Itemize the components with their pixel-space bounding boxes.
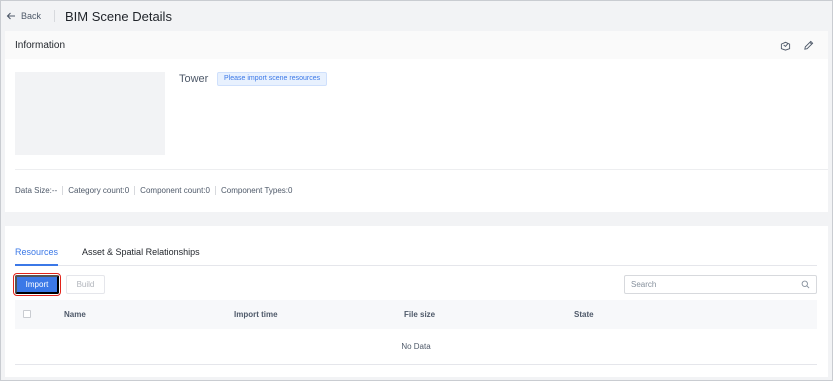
search-icon[interactable] [801,280,810,289]
component-count-stat: Component count:0 [140,186,210,195]
tab-asset-spatial-relationships[interactable]: Asset & Spatial Relationships [82,239,200,265]
column-name[interactable]: Name [64,310,86,319]
select-all-checkbox[interactable] [23,310,31,318]
search-box [624,275,817,294]
status-tag: Please import scene resources [217,72,328,86]
package-icon[interactable] [780,40,791,51]
header-actions [780,40,814,51]
information-header: Information [5,31,828,59]
import-button[interactable]: Import [13,273,61,296]
tab-resources[interactable]: Resources [15,239,59,266]
component-types-stat: Component Types:0 [221,186,293,195]
stat-divider [215,186,216,195]
arrow-left-icon [6,12,15,20]
edit-pencil-icon[interactable] [803,40,814,51]
table-header: Name Import time File size State [15,300,817,329]
tab-bar: Resources Asset & Spatial Relationships [15,239,817,266]
column-file-size[interactable]: File size [404,310,435,319]
empty-state: No Data [15,329,817,365]
divider [15,169,828,170]
scene-name: Tower [179,73,209,85]
scene-thumbnail [15,72,165,155]
information-title: Information [15,39,66,51]
column-import-time[interactable]: Import time [234,310,278,319]
data-size-stat: Data Size:-- [15,186,58,195]
resources-card: Resources Asset & Spatial Relationships … [5,226,828,377]
back-button[interactable]: Back [6,11,41,21]
category-count-stat: Category count:0 [68,186,130,195]
stat-divider [134,186,136,195]
information-card: Information Tower Please import scene re… [5,31,828,212]
stats-row: Data Size:-- Category count:0 Component … [15,186,292,195]
column-state[interactable]: State [574,310,594,319]
top-bar: Back BIM Scene Details [1,1,832,31]
search-input[interactable] [631,280,801,289]
page-title: BIM Scene Details [65,8,172,24]
stat-divider [62,186,64,195]
build-button[interactable]: Build [66,275,105,294]
back-label: Back [21,11,42,21]
header-divider [54,10,56,22]
